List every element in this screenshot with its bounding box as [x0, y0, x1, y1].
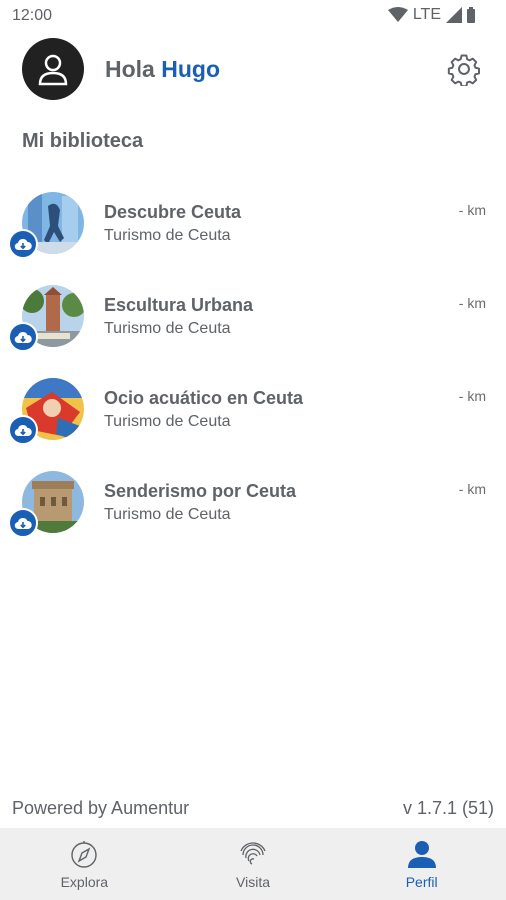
item-distance: - km — [458, 202, 486, 218]
cloud-download-icon[interactable] — [8, 508, 38, 538]
item-title: Ocio acuático en Ceuta — [104, 388, 304, 408]
list-item[interactable]: Escultura Urbana Turismo de Ceuta - km — [0, 279, 506, 372]
list-item[interactable]: Ocio acuático en Ceuta Turismo de Ceuta … — [0, 372, 506, 465]
avatar[interactable] — [22, 38, 84, 100]
signal-icon — [446, 7, 462, 23]
cloud-download-icon[interactable] — [8, 415, 38, 445]
profile-header: Hola Hugo — [0, 38, 506, 102]
tab-label: Explora — [60, 874, 109, 890]
footer: Powered by Aumentur v 1.7.1 (51) — [0, 798, 506, 822]
greeting-text: Hola — [105, 56, 155, 82]
item-title: Escultura Urbana — [104, 295, 254, 315]
status-bar: 12:00 LTE — [0, 0, 506, 32]
greeting: Hola Hugo — [105, 56, 220, 83]
user-icon — [38, 54, 68, 86]
network-type: LTE — [412, 6, 441, 23]
user-name: Hugo — [161, 56, 220, 82]
fingerprint-icon — [237, 838, 269, 870]
version-text: v 1.7.1 (51) — [402, 798, 494, 818]
gear-icon — [447, 54, 481, 88]
item-subtitle: Turismo de Ceuta — [104, 413, 231, 430]
library-title: Mi biblioteca — [22, 130, 144, 152]
wifi-icon — [387, 7, 408, 22]
item-subtitle: Turismo de Ceuta — [104, 506, 231, 523]
battery-icon — [467, 7, 475, 23]
bottom-navigation: Explora Visita Perfil — [0, 828, 506, 900]
compass-icon — [68, 838, 100, 870]
tab-explora[interactable]: Explora — [0, 828, 169, 900]
powered-by-text: Powered by Aumentur — [12, 798, 190, 818]
item-distance: - km — [458, 295, 486, 311]
cloud-download-icon[interactable] — [8, 322, 38, 352]
item-subtitle: Turismo de Ceuta — [104, 227, 231, 244]
person-icon — [406, 838, 438, 870]
tab-visita[interactable]: Visita — [169, 828, 338, 900]
status-time: 12:00 — [12, 7, 53, 24]
item-distance: - km — [458, 481, 486, 497]
tab-label: Visita — [236, 874, 270, 890]
settings-button[interactable] — [447, 52, 481, 88]
item-subtitle: Turismo de Ceuta — [104, 320, 231, 337]
item-title: Senderismo por Ceuta — [104, 481, 297, 501]
cloud-download-icon[interactable] — [8, 229, 38, 259]
item-distance: - km — [458, 388, 486, 404]
tab-label: Perfil — [405, 874, 438, 890]
list-item[interactable]: Senderismo por Ceuta Turismo de Ceuta - … — [0, 465, 506, 558]
library-list: Descubre Ceuta Turismo de Ceuta - km Esc… — [0, 186, 506, 558]
tab-perfil[interactable]: Perfil — [337, 828, 506, 900]
item-title: Descubre Ceuta — [104, 202, 242, 222]
status-icons: LTE — [387, 6, 476, 24]
list-item[interactable]: Descubre Ceuta Turismo de Ceuta - km — [0, 186, 506, 279]
